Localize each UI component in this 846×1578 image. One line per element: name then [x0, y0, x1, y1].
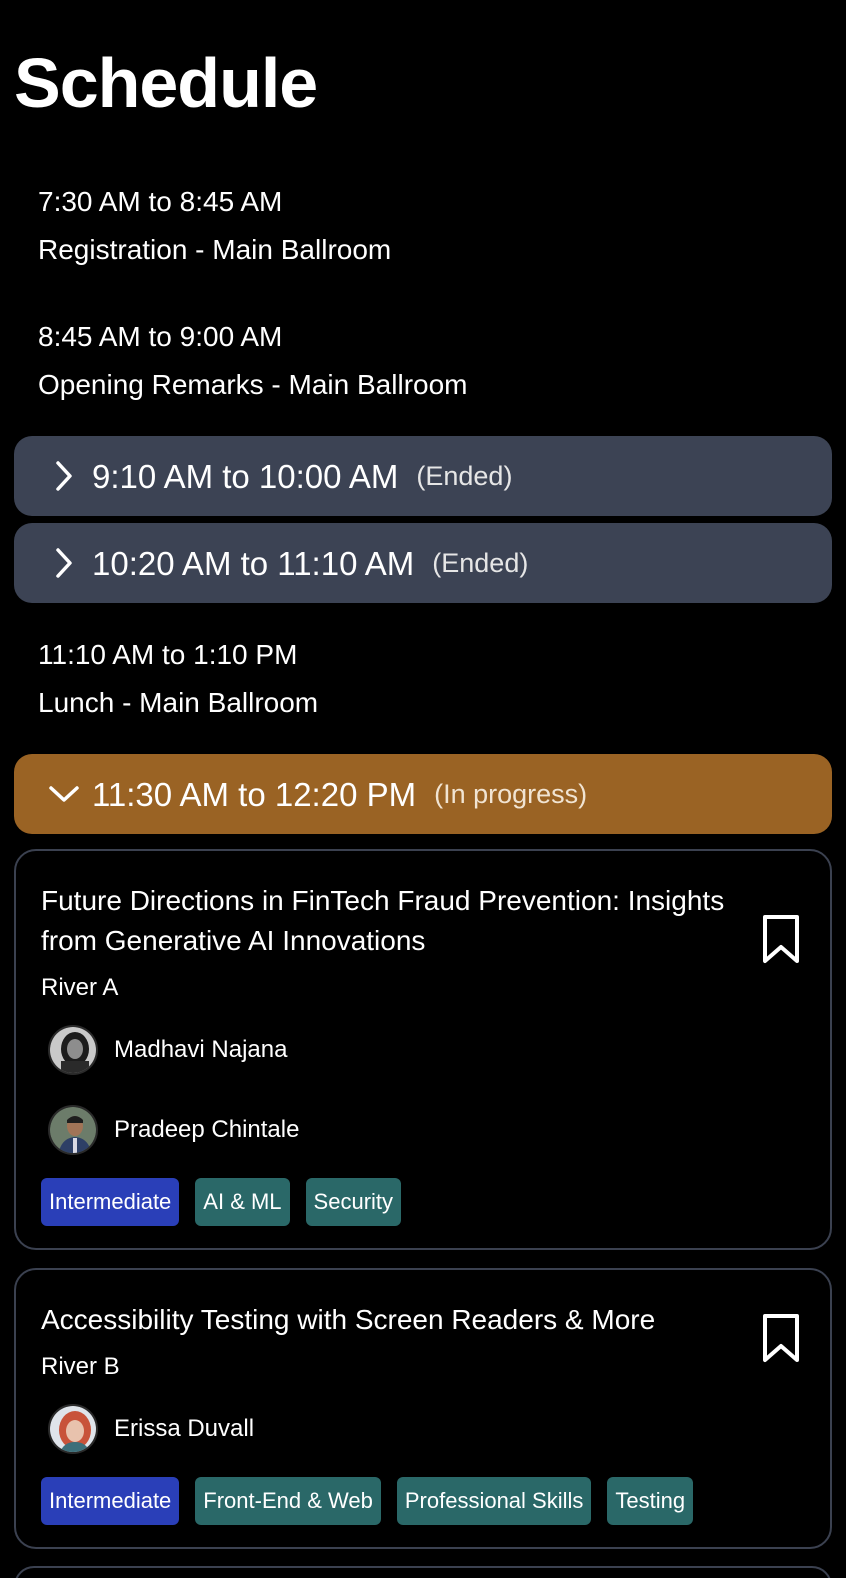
session-card[interactable] — [14, 1566, 832, 1578]
level-tag: Intermediate — [41, 1477, 180, 1525]
speaker-name: Pradeep Chintale — [114, 1116, 300, 1143]
session-card[interactable]: Accessibility Testing with Screen Reader… — [14, 1268, 832, 1549]
topic-tag: Front-End & Web — [195, 1477, 381, 1525]
chevron-down-icon — [48, 778, 80, 810]
topic-tag: Professional Skills — [396, 1477, 592, 1525]
session-slot-toggle-1020[interactable]: 10:20 AM to 11:10 AM (Ended) — [14, 523, 832, 603]
slot-time: 7:30 AM to 8:45 AM — [38, 186, 283, 217]
slot-time: 11:10 AM to 1:10 PM — [38, 639, 298, 670]
slot-status: (In progress) — [434, 778, 588, 809]
slot-description: Registration - Main Ballroom — [38, 234, 392, 265]
session-title: Accessibility Testing with Screen Reader… — [41, 1304, 656, 1335]
slot-time: 9:10 AM to 10:00 AM — [92, 457, 399, 495]
speaker[interactable]: Pradeep Chintale — [48, 1105, 299, 1155]
speaker-name: Erissa Duvall — [114, 1415, 255, 1442]
avatar — [48, 1105, 98, 1155]
topic-tag: Security — [305, 1178, 402, 1226]
slot-time: 10:20 AM to 11:10 AM — [92, 544, 415, 582]
slot-description: Opening Remarks - Main Ballroom — [38, 369, 468, 400]
topic-tag: AI & ML — [195, 1178, 290, 1226]
slot-time: 8:45 AM to 9:00 AM — [38, 321, 283, 352]
session-room: River A — [41, 974, 119, 1001]
schedule-slot-lunch: 11:10 AM to 1:10 PM Lunch - Main Ballroo… — [38, 641, 318, 717]
bookmark-icon[interactable] — [760, 913, 802, 965]
bookmark-icon[interactable] — [760, 1312, 802, 1364]
session-tags: Intermediate Front-End & Web Professiona… — [41, 1477, 694, 1525]
slot-status: (Ended) — [416, 460, 513, 491]
slot-description: Lunch - Main Ballroom — [38, 687, 319, 718]
chevron-right-icon — [48, 547, 80, 579]
avatar — [48, 1025, 98, 1075]
avatar — [48, 1404, 98, 1454]
page-title: Schedule — [14, 44, 318, 122]
session-tags: Intermediate AI & ML Security — [41, 1178, 402, 1226]
schedule-slot-opening-remarks: 8:45 AM to 9:00 AM Opening Remarks - Mai… — [38, 323, 468, 399]
level-tag: Intermediate — [41, 1178, 180, 1226]
topic-tag: Testing — [607, 1477, 694, 1525]
chevron-right-icon — [48, 460, 80, 492]
speaker[interactable]: Madhavi Najana — [48, 1025, 287, 1075]
session-slot-toggle-1130[interactable]: 11:30 AM to 12:20 PM (In progress) — [14, 754, 832, 834]
speaker-name: Madhavi Najana — [114, 1036, 288, 1063]
session-card[interactable]: Future Directions in FinTech Fraud Preve… — [14, 849, 832, 1250]
slot-time: 11:30 AM to 12:20 PM — [92, 775, 417, 813]
speaker[interactable]: Erissa Duvall — [48, 1404, 254, 1454]
session-slot-toggle-0910[interactable]: 9:10 AM to 10:00 AM (Ended) — [14, 436, 832, 516]
slot-status: (Ended) — [432, 547, 529, 578]
session-title: Future Directions in FinTech Fraud Preve… — [41, 885, 725, 956]
schedule-slot-registration: 7:30 AM to 8:45 AM Registration - Main B… — [38, 188, 391, 264]
session-room: River B — [41, 1353, 120, 1380]
